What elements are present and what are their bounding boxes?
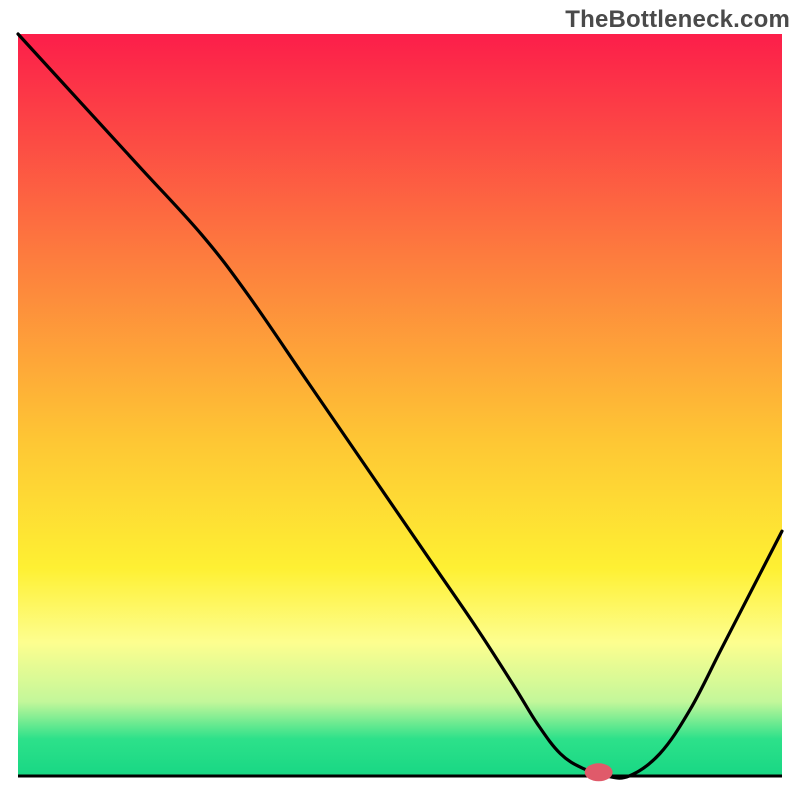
plot-area [18,34,782,781]
chart-svg [0,0,800,800]
chart-stage: TheBottleneck.com [0,0,800,800]
gradient-bg [18,34,782,776]
watermark-text: TheBottleneck.com [565,6,790,34]
optimal-marker [585,763,613,781]
